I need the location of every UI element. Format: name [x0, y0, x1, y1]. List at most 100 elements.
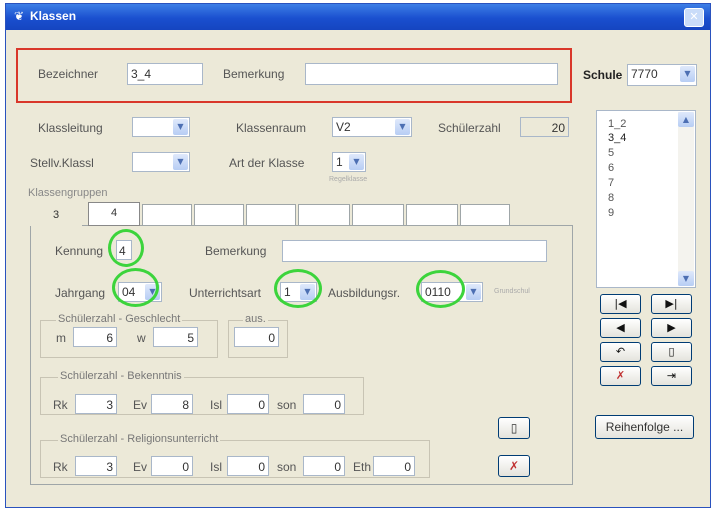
list-item-selected[interactable]: 3_4 [608, 132, 626, 144]
tab-group-empty[interactable] [246, 204, 296, 226]
klassenraum-value: V2 [336, 120, 351, 134]
scroll-up-icon[interactable]: ▲ [678, 112, 694, 127]
rel-ev-label: Ev [133, 460, 148, 474]
bek-ev-label: Ev [133, 398, 148, 412]
bemerkung-label: Bemerkung [223, 67, 285, 81]
rel-eth-field[interactable]: 0 [373, 456, 415, 476]
scroll-down-icon[interactable]: ▼ [678, 271, 694, 286]
list-scrollbar[interactable]: ▲ ▼ [678, 112, 694, 286]
reihenfolge-button[interactable]: Reihenfolge ... [595, 415, 694, 439]
chevron-down-icon[interactable]: ▼ [680, 66, 695, 82]
group-bemerkung-field[interactable] [282, 240, 547, 262]
w-field[interactable]: 5 [153, 327, 198, 347]
tab-group-empty[interactable] [194, 204, 244, 226]
stellv-select[interactable]: ▼ [132, 152, 190, 172]
art-value: 1 [336, 155, 343, 169]
m-label: m [56, 331, 66, 345]
rel-rk-field[interactable]: 3 [75, 456, 117, 476]
ausbildungsr-label: Ausbildungsr. [328, 286, 401, 300]
m-field[interactable]: 6 [73, 327, 117, 347]
bemerkung-field[interactable] [305, 63, 558, 85]
klassleitung-label: Klassleitung [38, 121, 103, 135]
schuelerzahl-label: Schülerzahl [438, 121, 501, 135]
bek-ev-field[interactable]: 8 [151, 394, 193, 414]
bek-isl-label: Isl [210, 398, 222, 412]
chevron-down-icon[interactable]: ▼ [466, 284, 481, 300]
art-label: Art der Klasse [229, 156, 305, 170]
list-item[interactable]: 7 [608, 177, 614, 189]
prev-icon: ◀ [616, 321, 625, 334]
tab-group-empty[interactable] [352, 204, 404, 226]
geschlecht-title: Schülerzahl - Geschlecht [56, 313, 183, 325]
last-icon: ▶| [665, 297, 678, 310]
first-record-button[interactable]: |◀ [600, 294, 641, 314]
highlight-ring [274, 269, 322, 308]
schule-label: Schule [583, 68, 623, 82]
rel-isl-label: Isl [210, 460, 222, 474]
undo-icon: ↶ [615, 345, 626, 358]
highlight-ring [416, 270, 465, 308]
rel-isl-field[interactable]: 0 [227, 456, 269, 476]
list-item[interactable]: 5 [608, 147, 614, 159]
new-document-icon: ▯ [668, 345, 675, 358]
next-record-button[interactable]: ▶ [651, 318, 692, 338]
schule-value: 7770 [631, 67, 658, 81]
chevron-down-icon[interactable]: ▼ [395, 119, 410, 135]
rel-son-field[interactable]: 0 [303, 456, 345, 476]
title-bar: ❦ Klassen ✕ [6, 4, 710, 30]
chevron-down-icon[interactable]: ▼ [173, 154, 188, 170]
list-item[interactable]: 9 [608, 207, 614, 219]
tab-group-3[interactable]: 3 [30, 204, 82, 226]
new-document-icon: ▯ [510, 421, 518, 435]
new-group-button[interactable]: ▯ [498, 417, 530, 439]
bek-son-field[interactable]: 0 [303, 394, 345, 414]
delete-group-button[interactable]: ✗ [498, 455, 530, 477]
unterrichtsart-label: Unterrichtsart [189, 286, 262, 300]
bek-isl-field[interactable]: 0 [227, 394, 269, 414]
highlight-ring [108, 229, 144, 267]
first-icon: |◀ [614, 297, 627, 310]
tab-group-empty[interactable] [406, 204, 458, 226]
aus-field[interactable]: 0 [234, 327, 279, 347]
chevron-down-icon[interactable]: ▼ [349, 154, 364, 170]
delete-record-button[interactable]: ✗ [600, 366, 641, 386]
highlight-ring [112, 268, 159, 307]
tab-group-empty[interactable] [142, 204, 192, 226]
bek-rk-field[interactable]: 3 [75, 394, 117, 414]
rel-son-label: son [277, 460, 297, 474]
export-icon: ⇥ [666, 369, 677, 382]
rel-ev-field[interactable]: 0 [151, 456, 193, 476]
bezeichner-field[interactable]: 3_4 [127, 63, 203, 85]
stellv-label: Stellv.Klassl [30, 156, 94, 170]
art-hint: Regelklasse [329, 176, 368, 183]
klassenraum-select[interactable]: V2 ▼ [332, 117, 412, 137]
close-button[interactable]: ✕ [684, 8, 704, 27]
delete-icon: ✗ [508, 459, 520, 473]
schuelerzahl-field: 20 [520, 117, 569, 137]
art-select[interactable]: 1 ▼ [332, 152, 366, 172]
app-icon: ❦ [14, 9, 25, 23]
klassleitung-select[interactable]: ▼ [132, 117, 190, 137]
prev-record-button[interactable]: ◀ [600, 318, 641, 338]
group-bemerkung-label: Bemerkung [205, 244, 267, 258]
bek-rk-label: Rk [53, 398, 68, 412]
jahrgang-label: Jahrgang [55, 286, 106, 300]
tab-group-empty[interactable] [460, 204, 510, 226]
tab-group-empty[interactable] [298, 204, 350, 226]
list-item[interactable]: 1_2 [608, 118, 626, 130]
schule-select[interactable]: 7770 ▼ [627, 64, 697, 86]
last-record-button[interactable]: ▶| [651, 294, 692, 314]
new-record-button[interactable]: ▯ [651, 342, 692, 362]
list-item[interactable]: 6 [608, 162, 614, 174]
export-button[interactable]: ⇥ [651, 366, 692, 386]
ausbildungsr-hint: Grundschul [494, 288, 530, 295]
chevron-down-icon[interactable]: ▼ [173, 119, 188, 135]
class-list[interactable]: 1_2 3_4 5 6 7 8 9 ▲ ▼ [596, 110, 696, 288]
undo-button[interactable]: ↶ [600, 342, 641, 362]
list-item[interactable]: 8 [608, 192, 614, 204]
bek-son-label: son [277, 398, 297, 412]
aus-title: aus. [243, 313, 268, 325]
w-label: w [137, 331, 146, 345]
rel-eth-label: Eth [353, 460, 372, 474]
tab-group-4[interactable]: 4 [88, 202, 140, 226]
